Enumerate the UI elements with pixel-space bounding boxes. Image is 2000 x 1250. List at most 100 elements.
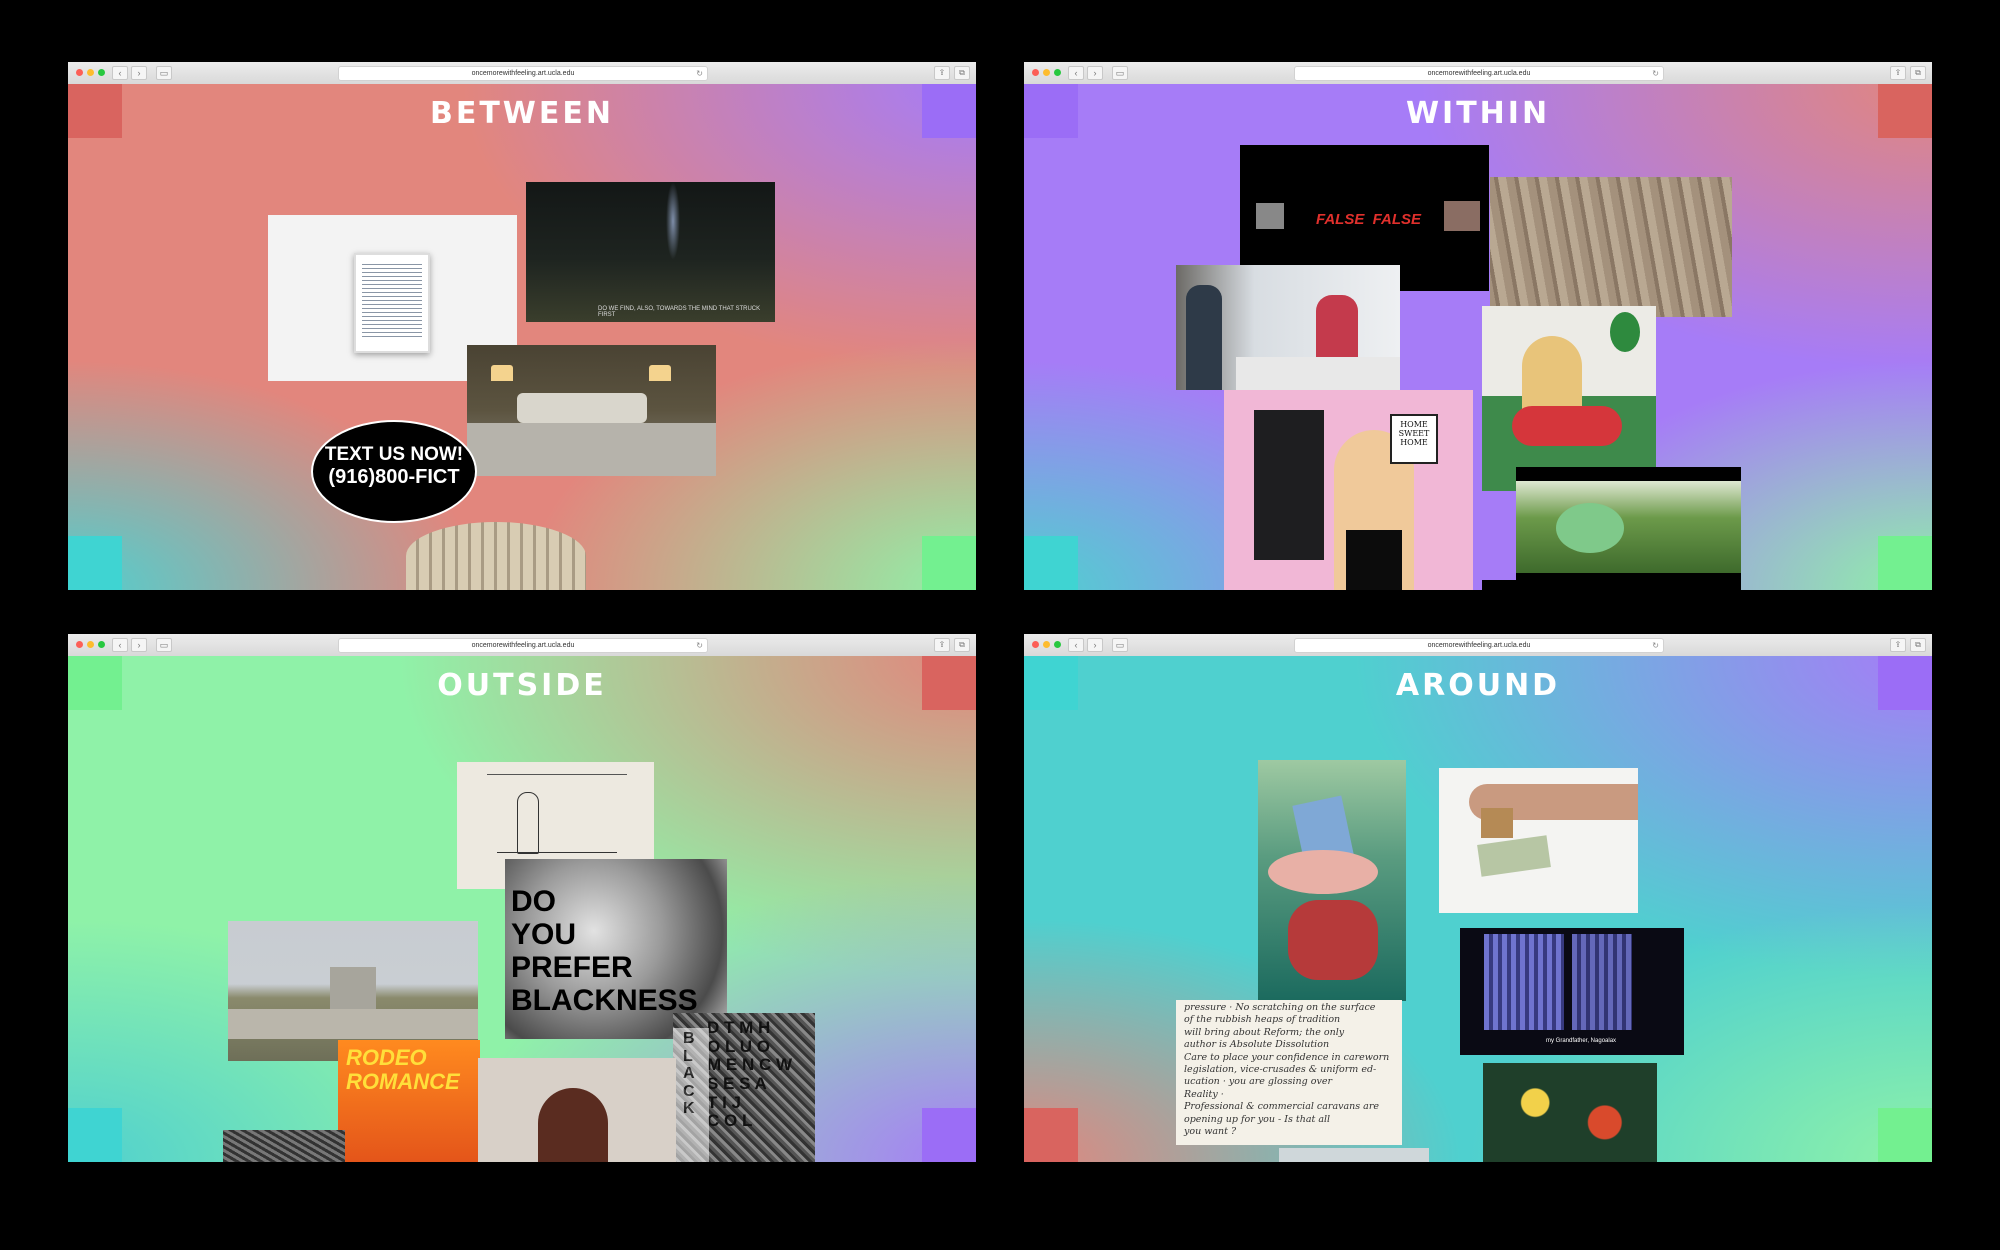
window-controls (1032, 641, 1061, 648)
url-text: oncemorewithfeeling.art.ucla.edu (471, 642, 575, 649)
forward-button[interactable]: › (131, 66, 147, 80)
black-vertical-text-image[interactable]: B L A C K (673, 1028, 709, 1162)
address-bar[interactable]: oncemorewithfeeling.art.ucla.edu ↻ (338, 638, 708, 653)
window-controls (76, 641, 105, 648)
close-window-button[interactable] (1032, 641, 1039, 648)
section-title: AROUND (1395, 668, 1561, 703)
browser-toolbar: ‹ › ▭ oncemorewithfeeling.art.ucla.edu ↻ … (1024, 62, 1932, 85)
tabs-icon[interactable]: ⧉ (954, 638, 970, 652)
floral-painting[interactable] (1483, 1063, 1657, 1162)
portrait-image[interactable] (478, 1058, 676, 1162)
corner-square[interactable] (1878, 1108, 1932, 1162)
handwritten-note-image[interactable]: pressure · No scratching on the surface … (1176, 1000, 1402, 1145)
section-title: OUTSIDE (437, 668, 607, 703)
badge-line-2: (916)800-FICT (328, 466, 460, 488)
close-window-button[interactable] (76, 69, 83, 76)
url-text: oncemorewithfeeling.art.ucla.edu (471, 70, 575, 77)
reload-icon[interactable]: ↻ (1652, 639, 1659, 652)
corner-square[interactable] (922, 1108, 976, 1162)
window-controls (76, 69, 105, 76)
maximize-window-button[interactable] (1054, 69, 1061, 76)
sidebar-toggle-icon[interactable]: ▭ (156, 66, 172, 80)
tabs-icon[interactable]: ⧉ (954, 66, 970, 80)
draped-fabric-image[interactable] (1490, 177, 1732, 317)
text-us-badge[interactable]: TEXT US NOW! (916)800-FICT (311, 420, 477, 523)
forward-button[interactable]: › (1087, 638, 1103, 652)
forward-button[interactable]: › (1087, 66, 1103, 80)
share-icon[interactable]: ⇪ (934, 638, 950, 652)
forward-button[interactable]: › (131, 638, 147, 652)
address-bar[interactable]: oncemorewithfeeling.art.ucla.edu ↻ (1294, 638, 1664, 653)
tabs-icon[interactable]: ⧉ (1910, 638, 1926, 652)
page-content: BETWEEN DO WE FIND, ALSO, TOWARDS THE MI… (68, 84, 976, 590)
hotel-bedroom-image[interactable] (467, 345, 716, 476)
false-text: FALSE FALSE (1316, 211, 1422, 228)
dark-texture-image[interactable] (223, 1130, 345, 1162)
sidebar-toggle-icon[interactable]: ▭ (156, 638, 172, 652)
carved-sculpture-image[interactable] (406, 522, 586, 590)
share-icon[interactable]: ⇪ (1890, 638, 1906, 652)
maximize-window-button[interactable] (98, 69, 105, 76)
browser-window-around: ‹ › ▭ oncemorewithfeeling.art.ucla.edu ↻ … (1024, 634, 1932, 1162)
reload-icon[interactable]: ↻ (696, 639, 703, 652)
address-bar[interactable]: oncemorewithfeeling.art.ucla.edu ↻ (1294, 66, 1664, 81)
note-text: pressure · No scratching on the surface … (1184, 1002, 1390, 1138)
letter-grid-text: D T M H O L U O M E N C W S E S A T I J … (707, 1018, 792, 1131)
cactus-poster-image[interactable]: DO YOU PREFER BLACKNESS (505, 859, 727, 1039)
maximize-window-button[interactable] (1054, 641, 1061, 648)
minimize-window-button[interactable] (87, 641, 94, 648)
page-content: WITHIN FALSE FALSE HOME SWEET HOME (1024, 84, 1932, 590)
corner-square[interactable] (1024, 536, 1078, 590)
back-button[interactable]: ‹ (1068, 638, 1084, 652)
corner-square[interactable] (1024, 1108, 1078, 1162)
minimize-window-button[interactable] (87, 69, 94, 76)
browser-toolbar: ‹ › ▭ oncemorewithfeeling.art.ucla.edu ↻ … (1024, 634, 1932, 657)
rodeo-romance-poster[interactable]: RODEO ROMANCE (338, 1040, 480, 1162)
browser-toolbar: ‹ › ▭ oncemorewithfeeling.art.ucla.edu ↻ … (68, 634, 976, 657)
minimize-window-button[interactable] (1043, 641, 1050, 648)
url-text: oncemorewithfeeling.art.ucla.edu (1427, 70, 1531, 77)
badge-line-1: TEXT US NOW! (324, 444, 464, 465)
reload-icon[interactable]: ↻ (1652, 67, 1659, 80)
corner-square[interactable] (68, 536, 122, 590)
close-window-button[interactable] (76, 641, 83, 648)
office-meeting-image[interactable] (1176, 265, 1400, 390)
rodeo-title: RODEO ROMANCE (346, 1045, 460, 1095)
browser-toolbar: ‹ › ▭ oncemorewithfeeling.art.ucla.edu ↻ … (68, 62, 976, 85)
url-text: oncemorewithfeeling.art.ucla.edu (1427, 642, 1531, 649)
section-title: WITHIN (1405, 96, 1551, 131)
browser-window-outside: ‹ › ▭ oncemorewithfeeling.art.ucla.edu ↻ … (68, 634, 976, 1162)
smoke-video-still[interactable]: DO WE FIND, ALSO, TOWARDS THE MIND THAT … (526, 182, 775, 322)
home-sign-text: HOME SWEET HOME (1398, 420, 1430, 447)
share-icon[interactable]: ⇪ (1890, 66, 1906, 80)
black-video-strip[interactable] (1482, 580, 1732, 590)
corner-square[interactable] (1878, 536, 1932, 590)
curtain-video-still[interactable]: my Grandfather, Nagoalax (1460, 928, 1684, 1055)
browser-window-within: ‹ › ▭ oncemorewithfeeling.art.ucla.edu ↻ … (1024, 62, 1932, 590)
back-button[interactable]: ‹ (112, 638, 128, 652)
small-partial-image[interactable] (1279, 1148, 1429, 1162)
video-caption: my Grandfather, Nagoalax (1546, 1038, 1617, 1044)
tabs-icon[interactable]: ⧉ (1910, 66, 1926, 80)
page-content: AROUND my Grandfather, Nagoalax pressure… (1024, 656, 1932, 1162)
back-button[interactable]: ‹ (1068, 66, 1084, 80)
stamp-dollar-image[interactable] (1439, 768, 1638, 913)
page-content: OUTSIDE DO YOU PREFER BLACKNESS D T M H … (68, 656, 976, 1162)
close-window-button[interactable] (1032, 69, 1039, 76)
woman-bicycle-painting[interactable] (1482, 306, 1656, 491)
reload-icon[interactable]: ↻ (696, 67, 703, 80)
corner-square[interactable] (68, 1108, 122, 1162)
black-vertical-text: B L A C K (683, 1030, 695, 1118)
minimize-window-button[interactable] (1043, 69, 1050, 76)
corner-square[interactable] (922, 536, 976, 590)
back-button[interactable]: ‹ (112, 66, 128, 80)
bird-chair-painting[interactable] (1258, 760, 1406, 1001)
maximize-window-button[interactable] (98, 641, 105, 648)
home-sweet-home-painting[interactable]: HOME SWEET HOME (1224, 390, 1473, 590)
sidebar-toggle-icon[interactable]: ▭ (1112, 638, 1128, 652)
sidebar-toggle-icon[interactable]: ▭ (1112, 66, 1128, 80)
share-icon[interactable]: ⇪ (934, 66, 950, 80)
address-bar[interactable]: oncemorewithfeeling.art.ucla.edu ↻ (338, 66, 708, 81)
green-snail-video-still[interactable] (1516, 467, 1741, 590)
video-caption: DO WE FIND, ALSO, TOWARDS THE MIND THAT … (598, 306, 761, 318)
